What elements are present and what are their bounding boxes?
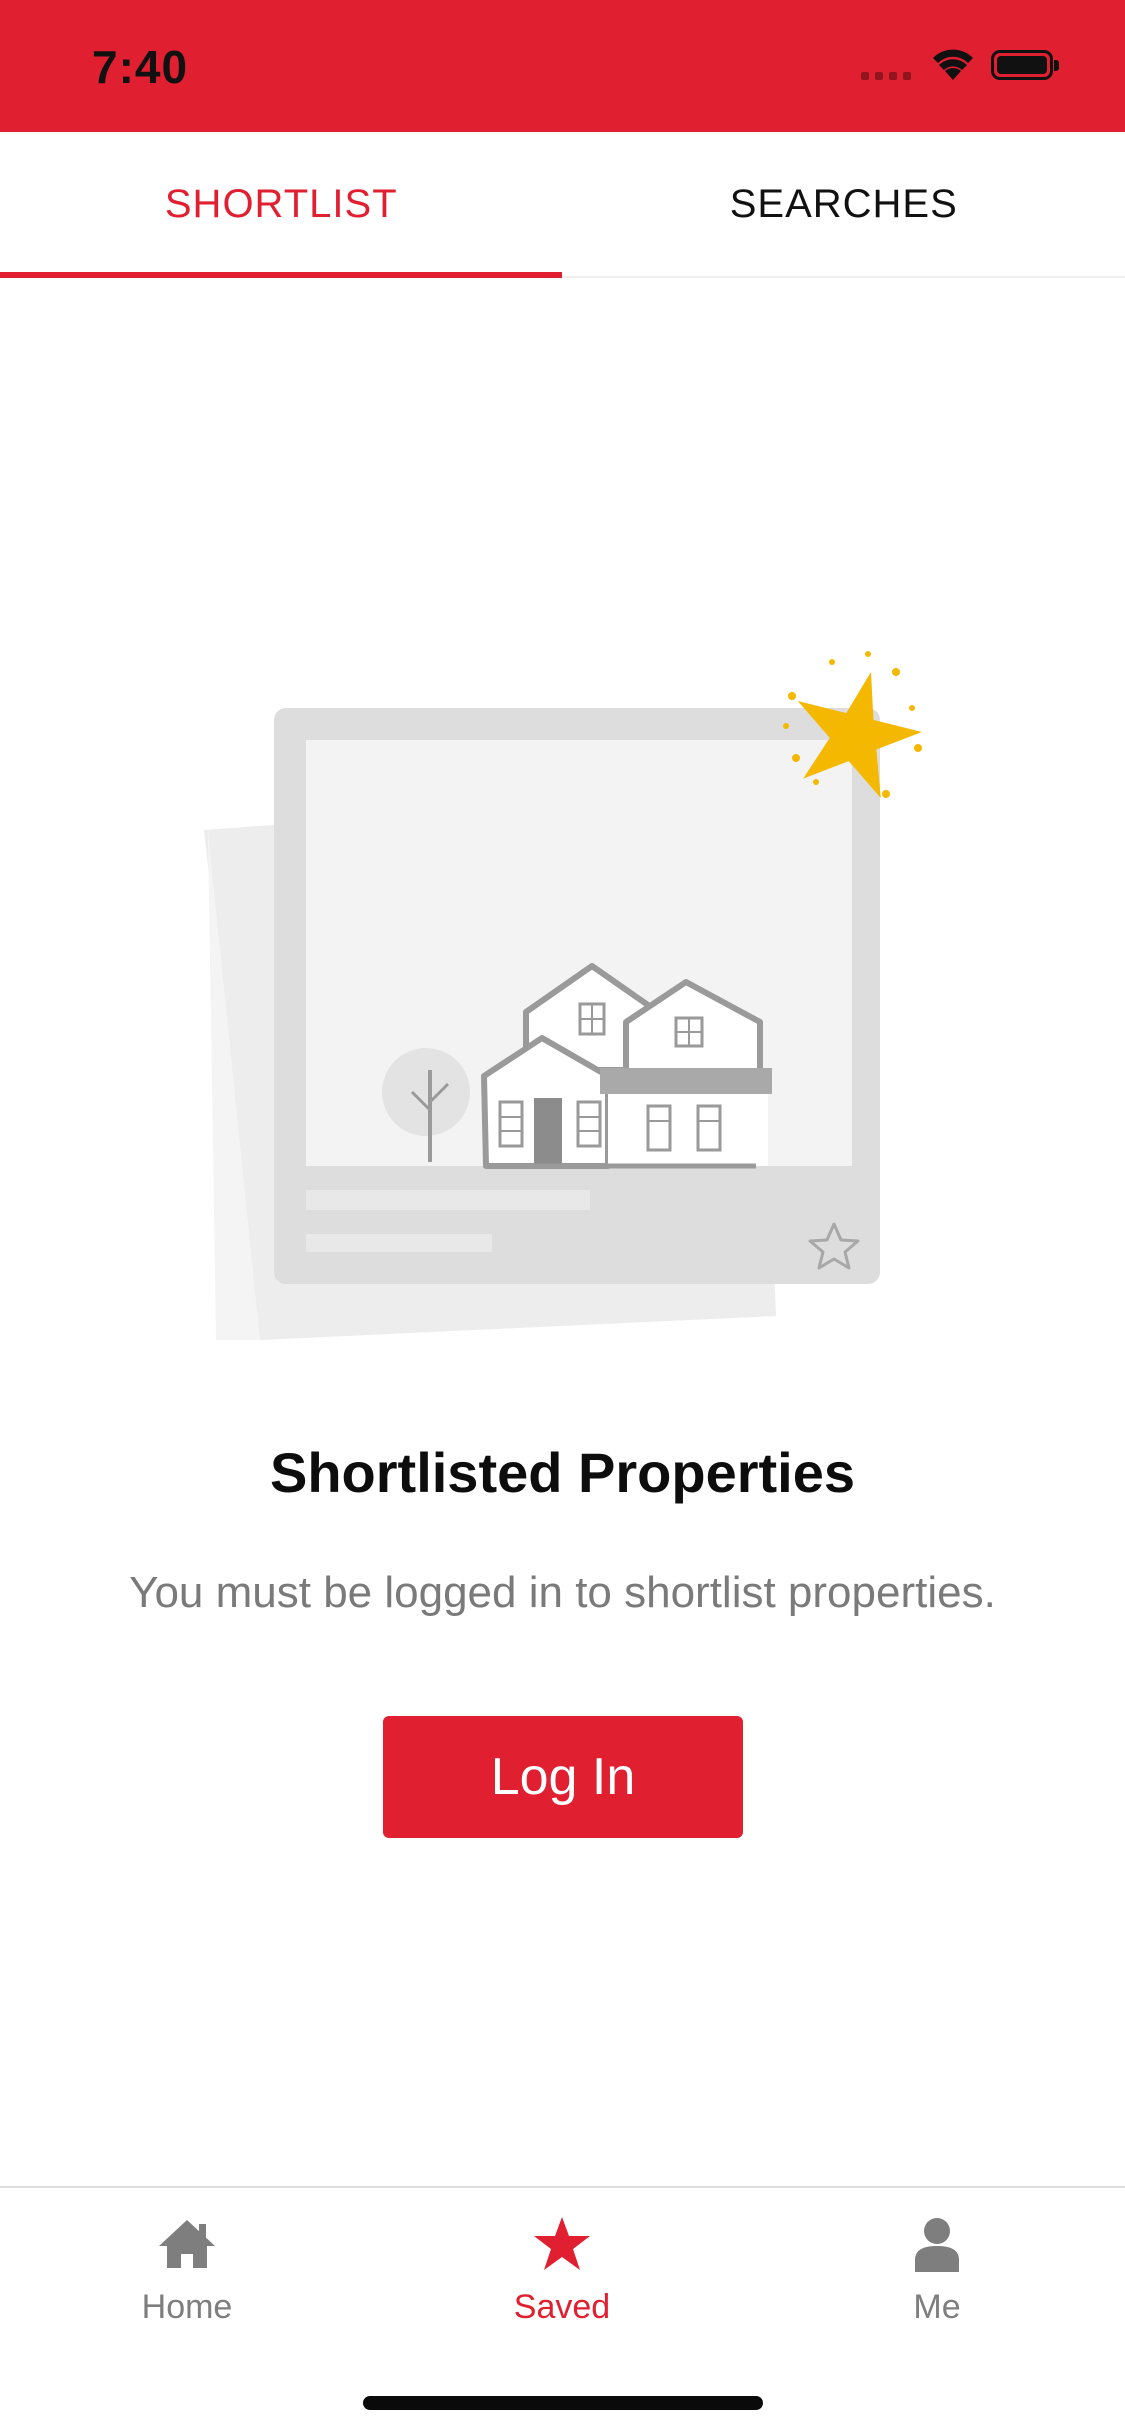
login-button[interactable]: Log In [383, 1716, 743, 1838]
star-icon [534, 2217, 590, 2270]
status-bar: 7:40 [0, 0, 1125, 132]
nav-saved-label: Saved [513, 2288, 611, 2326]
cellular-signal-icon [861, 72, 911, 80]
active-tab-indicator [0, 272, 562, 278]
tab-searches[interactable]: SEARCHES [563, 132, 1125, 276]
battery-icon [991, 50, 1059, 80]
nav-me[interactable]: Me [837, 2214, 1037, 2327]
home-icon [159, 2220, 215, 2268]
status-icons [861, 48, 1081, 88]
segment-tabs: SHORTLIST SEARCHES [0, 132, 1125, 278]
tab-searches-label: SEARCHES [729, 181, 958, 226]
nav-saved[interactable]: Saved [462, 2214, 662, 2327]
nav-me-label: Me [913, 2288, 961, 2326]
person-icon [915, 2218, 959, 2272]
shortlist-empty-illustration [204, 651, 922, 1340]
wifi-icon [933, 49, 973, 80]
nav-home[interactable]: Home [87, 2214, 287, 2327]
home-indicator [363, 2396, 763, 2410]
tab-shortlist[interactable]: SHORTLIST [0, 132, 563, 278]
empty-state-message: You must be logged in to shortlist prope… [129, 1568, 996, 1617]
empty-state-title: Shortlisted Properties [269, 1441, 856, 1504]
nav-home-label: Home [141, 2288, 233, 2326]
status-time: 7:40 [92, 41, 189, 93]
tab-shortlist-label: SHORTLIST [164, 181, 398, 226]
